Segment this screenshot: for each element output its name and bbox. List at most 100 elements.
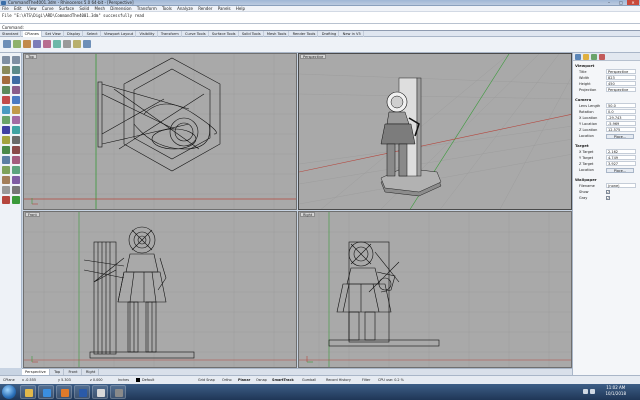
copy-icon[interactable] bbox=[12, 156, 20, 164]
properties-icon[interactable] bbox=[575, 54, 581, 60]
trim-icon[interactable] bbox=[2, 136, 10, 144]
cplane-3-points-icon[interactable] bbox=[43, 40, 51, 48]
cplane-named-icon[interactable] bbox=[83, 40, 91, 48]
ie-icon bbox=[43, 389, 51, 397]
point-icon[interactable] bbox=[12, 56, 20, 64]
minimize-button[interactable]: – bbox=[603, 0, 615, 5]
taskbar-word[interactable] bbox=[74, 385, 90, 399]
ortho-toggle[interactable]: Ortho bbox=[222, 377, 232, 383]
viewport-right[interactable]: Right bbox=[298, 211, 572, 368]
viewport-title-perspective[interactable]: Perspective bbox=[300, 54, 327, 59]
smarttrack-toggle[interactable]: SmartTrack bbox=[272, 377, 294, 383]
osnap-toggle[interactable]: Osnap bbox=[256, 377, 267, 383]
z-location-field[interactable]: 12.575 bbox=[606, 127, 636, 132]
circle-icon[interactable] bbox=[2, 76, 10, 84]
viewport-title-right[interactable]: Right bbox=[300, 212, 316, 217]
scale-icon[interactable] bbox=[12, 166, 20, 174]
box-icon[interactable] bbox=[2, 106, 10, 114]
cplane-rotate-icon[interactable] bbox=[63, 40, 71, 48]
select-icon[interactable] bbox=[2, 56, 10, 64]
z-target-field[interactable]: 3.927 bbox=[606, 161, 636, 166]
title-field[interactable]: Perspective bbox=[606, 69, 636, 74]
cplane-undo-icon[interactable] bbox=[73, 40, 81, 48]
boolean-icon[interactable] bbox=[12, 116, 20, 124]
command-label: Command: bbox=[2, 25, 24, 30]
show-wallpaper-checkbox[interactable]: ✓ bbox=[606, 190, 610, 194]
viewport-front[interactable]: Front bbox=[23, 211, 297, 368]
mesh-icon[interactable] bbox=[2, 126, 10, 134]
arc-icon[interactable] bbox=[12, 76, 20, 84]
prop-row: Projection Perspective bbox=[576, 87, 638, 93]
split-icon[interactable] bbox=[12, 136, 20, 144]
y-target-field[interactable]: 4.749 bbox=[606, 155, 636, 160]
text-icon[interactable] bbox=[12, 186, 20, 194]
render-icon[interactable] bbox=[12, 196, 20, 204]
wallpaper-filename-field[interactable]: (none) bbox=[606, 183, 636, 188]
planar-toggle[interactable]: Planar bbox=[238, 377, 250, 383]
status-layer[interactable]: Default bbox=[142, 377, 154, 383]
display-icon[interactable] bbox=[591, 54, 597, 60]
polyline-icon[interactable] bbox=[2, 66, 10, 74]
viewport-perspective[interactable]: Perspective bbox=[298, 53, 572, 210]
mirror-icon[interactable] bbox=[2, 176, 10, 184]
taskbar-explorer[interactable] bbox=[20, 385, 36, 399]
viewport-title-top[interactable]: Top bbox=[25, 54, 37, 59]
close-button[interactable]: ✕ bbox=[627, 0, 639, 5]
taskbar-ie[interactable] bbox=[38, 385, 54, 399]
array-icon[interactable] bbox=[12, 176, 20, 184]
cplane-elevation-icon[interactable] bbox=[53, 40, 61, 48]
cplane-top-icon[interactable] bbox=[3, 40, 11, 48]
viewport-title-front[interactable]: Front bbox=[25, 212, 40, 217]
x-location-field[interactable]: -29.743 bbox=[606, 115, 636, 120]
command-input[interactable] bbox=[25, 24, 586, 31]
rotate-icon[interactable] bbox=[2, 166, 10, 174]
height-field[interactable]: 450 bbox=[606, 81, 636, 86]
rectangle-icon[interactable] bbox=[2, 86, 10, 94]
grid bbox=[24, 54, 296, 209]
network-icon[interactable] bbox=[583, 389, 588, 394]
sphere-icon[interactable] bbox=[12, 106, 20, 114]
join-icon[interactable] bbox=[2, 146, 10, 154]
cylinder-icon[interactable] bbox=[2, 116, 10, 124]
status-cplane[interactable]: CPlane bbox=[3, 377, 15, 383]
dimension-icon[interactable] bbox=[2, 186, 10, 194]
gray-wallpaper-checkbox[interactable]: ✓ bbox=[606, 196, 610, 200]
curve-icon[interactable] bbox=[12, 66, 20, 74]
camera-place-button[interactable]: Place... bbox=[606, 134, 634, 139]
clock[interactable]: 11:02 AM 10/1/2018 bbox=[605, 385, 626, 397]
gumball-toggle[interactable]: Gumball bbox=[302, 377, 316, 383]
taskbar-media-player[interactable] bbox=[56, 385, 72, 399]
maximize-button[interactable]: □ bbox=[615, 0, 627, 5]
surface-icon[interactable] bbox=[2, 96, 10, 104]
y-location-field[interactable]: -5.969 bbox=[606, 121, 636, 126]
status-units[interactable]: Inches bbox=[118, 377, 129, 383]
start-button-icon[interactable] bbox=[2, 385, 16, 399]
right-view-canvas bbox=[299, 212, 571, 367]
extrude-icon[interactable] bbox=[12, 96, 20, 104]
projection-select[interactable]: Perspective bbox=[606, 87, 636, 92]
move-icon[interactable] bbox=[2, 156, 10, 164]
analyze-icon[interactable] bbox=[2, 196, 10, 204]
grid-snap-toggle[interactable]: Grid Snap bbox=[198, 377, 215, 383]
prop-label: Gray bbox=[579, 196, 588, 200]
filter-toggle[interactable]: Filter bbox=[362, 377, 370, 383]
help-icon[interactable] bbox=[599, 54, 605, 60]
taskbar-rhino[interactable] bbox=[92, 385, 108, 399]
cplane-front-icon[interactable] bbox=[13, 40, 21, 48]
width-field[interactable]: 823 bbox=[606, 75, 636, 80]
lens-length-field[interactable]: 50.0 bbox=[606, 103, 636, 108]
record-history-toggle[interactable]: Record History bbox=[326, 377, 351, 383]
target-place-button[interactable]: Place... bbox=[606, 168, 634, 173]
rotation-field[interactable]: 0.0 bbox=[606, 109, 636, 114]
polygon-icon[interactable] bbox=[12, 86, 20, 94]
volume-icon[interactable] bbox=[590, 389, 595, 394]
layers-icon[interactable] bbox=[583, 54, 589, 60]
x-target-field[interactable]: 2.162 bbox=[606, 149, 636, 154]
cplane-right-icon[interactable] bbox=[23, 40, 31, 48]
taskbar-app[interactable] bbox=[110, 385, 126, 399]
viewport-top[interactable]: Top bbox=[23, 53, 297, 210]
fillet-icon[interactable] bbox=[12, 126, 20, 134]
layer-color-swatch[interactable] bbox=[136, 378, 140, 382]
explode-icon[interactable] bbox=[12, 146, 20, 154]
cplane-object-icon[interactable] bbox=[33, 40, 41, 48]
